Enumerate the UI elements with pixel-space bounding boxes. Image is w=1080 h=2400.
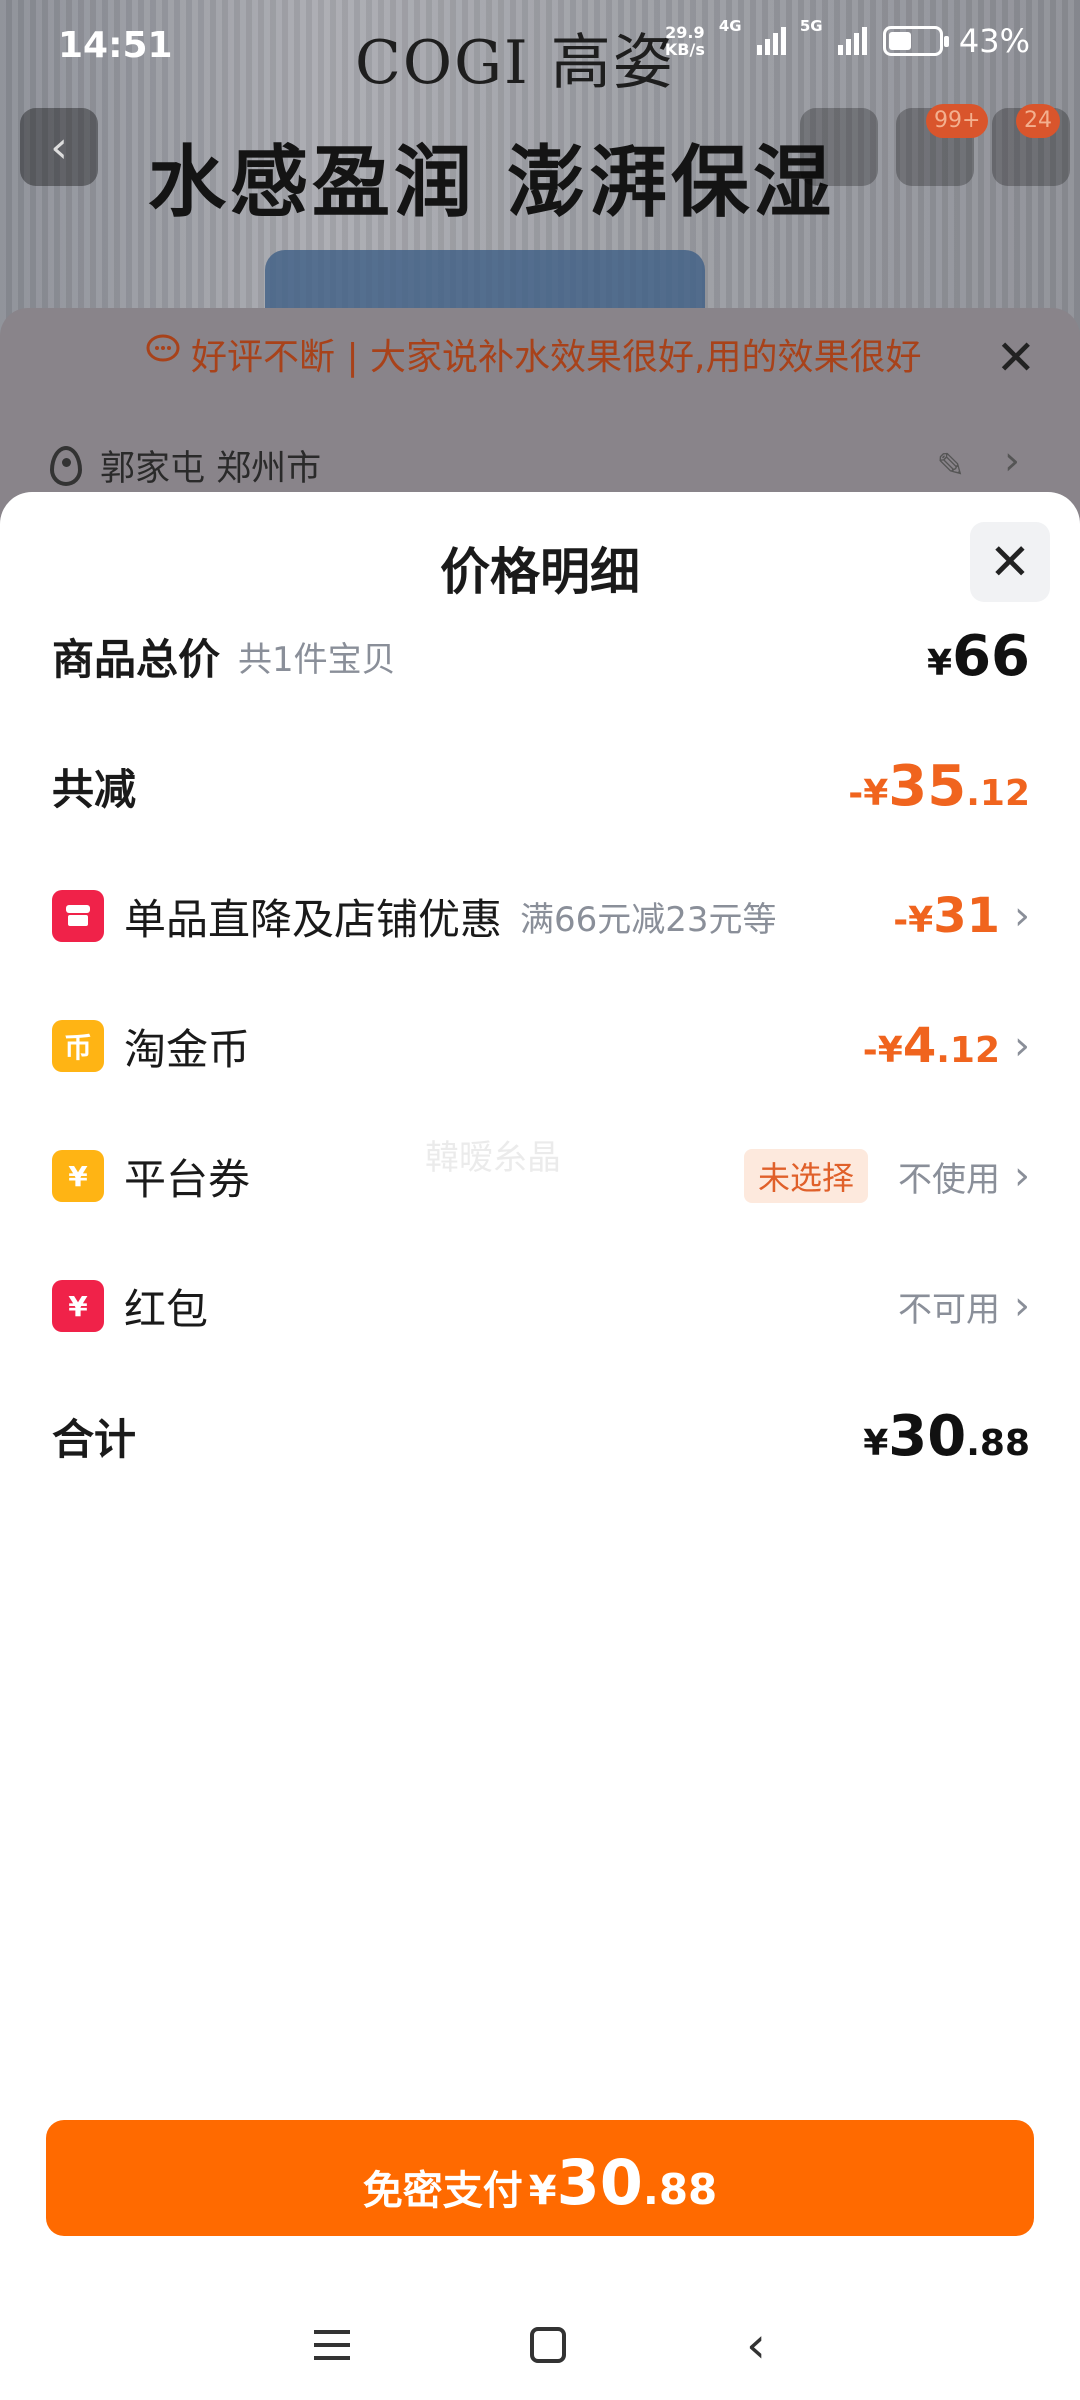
row-shop-discount[interactable]: 单品直降及店铺优惠 满66元减23元等 - ¥ 31 ›: [52, 876, 1030, 956]
status-time: 14:51: [58, 24, 173, 66]
total-discount-label: 共减: [52, 764, 137, 814]
amount-decimal: .12: [936, 1030, 1000, 1071]
share-button[interactable]: [800, 108, 878, 186]
network-speed: 29.9 KB/s: [665, 24, 705, 58]
signal-5g-icon: 5G: [800, 17, 867, 55]
coupon-status-group: 未选择 不使用: [743, 1149, 1000, 1203]
battery-level: 43%: [958, 22, 1030, 60]
signal-5g-label: 5G: [799, 17, 823, 35]
amount-decimal: .88: [966, 1422, 1030, 1464]
pay-amount-integer: 30: [556, 2146, 643, 2219]
row-red-packet[interactable]: ¥ 红包 不可用 ›: [52, 1266, 1030, 1346]
network-speed-unit: KB/s: [664, 40, 705, 59]
home-icon[interactable]: [530, 2327, 566, 2363]
status-indicators: 29.9 KB/s 4G 5G 43%: [665, 17, 1030, 60]
total-price-amount: ¥ 66: [927, 624, 1030, 689]
coins-label: 淘金币: [124, 1024, 251, 1074]
chevron-right-icon: ›: [1014, 893, 1030, 939]
currency-symbol: ¥: [877, 1030, 903, 1071]
shop-discount-detail: 满66元减23元等: [520, 899, 777, 940]
pay-amount-decimal: .88: [642, 2165, 718, 2214]
pay-label: 免密支付: [362, 2168, 523, 2214]
close-icon: ✕: [989, 533, 1031, 591]
total-discount-amount: - ¥ 35 .12: [848, 754, 1030, 819]
currency-symbol: ¥: [863, 1422, 889, 1464]
shop-discount-label: 单品直降及店铺优惠: [124, 894, 503, 944]
red-packet-icon: ¥: [52, 1280, 104, 1332]
chat-bubble-icon: [145, 332, 181, 377]
amount-integer: 35: [888, 753, 967, 819]
pay-button[interactable]: 免密支付 ¥ 30 .88: [46, 2120, 1034, 2236]
amount-integer: 30: [888, 1403, 967, 1469]
coupon-status: 不使用: [898, 1159, 1000, 1200]
more-button[interactable]: 24: [992, 104, 1070, 186]
price-detail-sheet: 价格明细 ✕ 商品总价 共1件宝贝 ¥ 66 共减 - ¥ 35 .12 单品直…: [0, 492, 1080, 2400]
red-packet-label: 红包: [124, 1284, 209, 1334]
red-packet-status-group: 不可用: [898, 1282, 1000, 1331]
pay-currency: ¥: [528, 2168, 557, 2214]
more-badge: 24: [1016, 104, 1060, 138]
address-row[interactable]: 郭家屯 郑州市: [50, 440, 321, 491]
row-sum: 合计 ¥ 30 .88: [52, 1396, 1030, 1476]
coin-icon: 币: [52, 1020, 104, 1072]
menu-icon[interactable]: [314, 2330, 350, 2360]
minus-sign: -: [893, 900, 909, 941]
minus-sign: -: [848, 772, 864, 814]
currency-symbol: ¥: [908, 900, 934, 941]
minus-sign: -: [862, 1030, 878, 1071]
amount-integer: 4: [902, 1018, 937, 1074]
shop-icon: [52, 890, 104, 942]
currency-symbol: ¥: [927, 642, 953, 684]
amount-integer: 66: [952, 623, 1030, 689]
row-taojinbi[interactable]: 币 淘金币 - ¥ 4 .12 ›: [52, 1006, 1030, 1086]
row-total-discount: 共减 - ¥ 35 .12: [52, 746, 1030, 826]
cart-button[interactable]: 99+: [896, 104, 989, 186]
item-count: 共1件宝贝: [238, 639, 396, 680]
unselected-badge: 未选择: [743, 1149, 868, 1203]
system-navigation-bar: ‹: [0, 2290, 1080, 2400]
coupon-icon: ¥: [52, 1150, 104, 1202]
sheet-title: 价格明细: [440, 543, 640, 601]
location-pin-icon: [50, 445, 82, 486]
amount-integer: 31: [933, 888, 1000, 944]
edit-icon[interactable]: ✎: [937, 446, 966, 486]
coupon-label: 平台券: [124, 1154, 251, 1204]
chevron-right-icon: ›: [1004, 438, 1020, 484]
red-packet-status: 不可用: [898, 1289, 1000, 1330]
sum-label: 合计: [52, 1414, 137, 1464]
review-text: 好评不断 | 大家说补水效果很好,用的效果很好: [191, 337, 922, 378]
cart-badge: 99+: [926, 104, 989, 138]
signal-4g-icon: 4G: [719, 17, 786, 55]
watermark: 韓暧糸晶: [425, 1138, 561, 1178]
sum-amount: ¥ 30 .88: [863, 1404, 1030, 1469]
chevron-right-icon: ›: [1014, 1023, 1030, 1069]
battery-icon: [882, 26, 949, 56]
row-total-price: 商品总价 共1件宝贝 ¥ 66: [52, 616, 1030, 696]
signal-4g-label: 4G: [718, 17, 742, 35]
currency-symbol: ¥: [863, 772, 889, 814]
review-banner: 好评不断 | 大家说补水效果很好,用的效果很好: [145, 328, 921, 380]
amount-decimal: .12: [966, 772, 1030, 814]
brand-logo: COGI 高姿: [355, 28, 675, 98]
banner-slogan: 水感盈润 澎湃保湿: [148, 138, 836, 228]
chevron-right-icon: ›: [1014, 1283, 1030, 1329]
close-button[interactable]: ✕: [970, 522, 1050, 602]
back-icon[interactable]: ‹: [746, 2320, 766, 2370]
coins-amount: - ¥ 4 .12: [863, 1018, 1000, 1074]
back-button[interactable]: ‹: [20, 108, 98, 186]
total-price-label: 商品总价: [52, 634, 221, 684]
address-text: 郭家屯 郑州市: [100, 449, 322, 489]
shop-discount-amount: - ¥ 31: [893, 888, 1000, 944]
network-speed-value: 29.9: [665, 23, 705, 42]
chevron-right-icon: ›: [1014, 1153, 1030, 1199]
review-close-button[interactable]: ✕: [996, 330, 1036, 386]
